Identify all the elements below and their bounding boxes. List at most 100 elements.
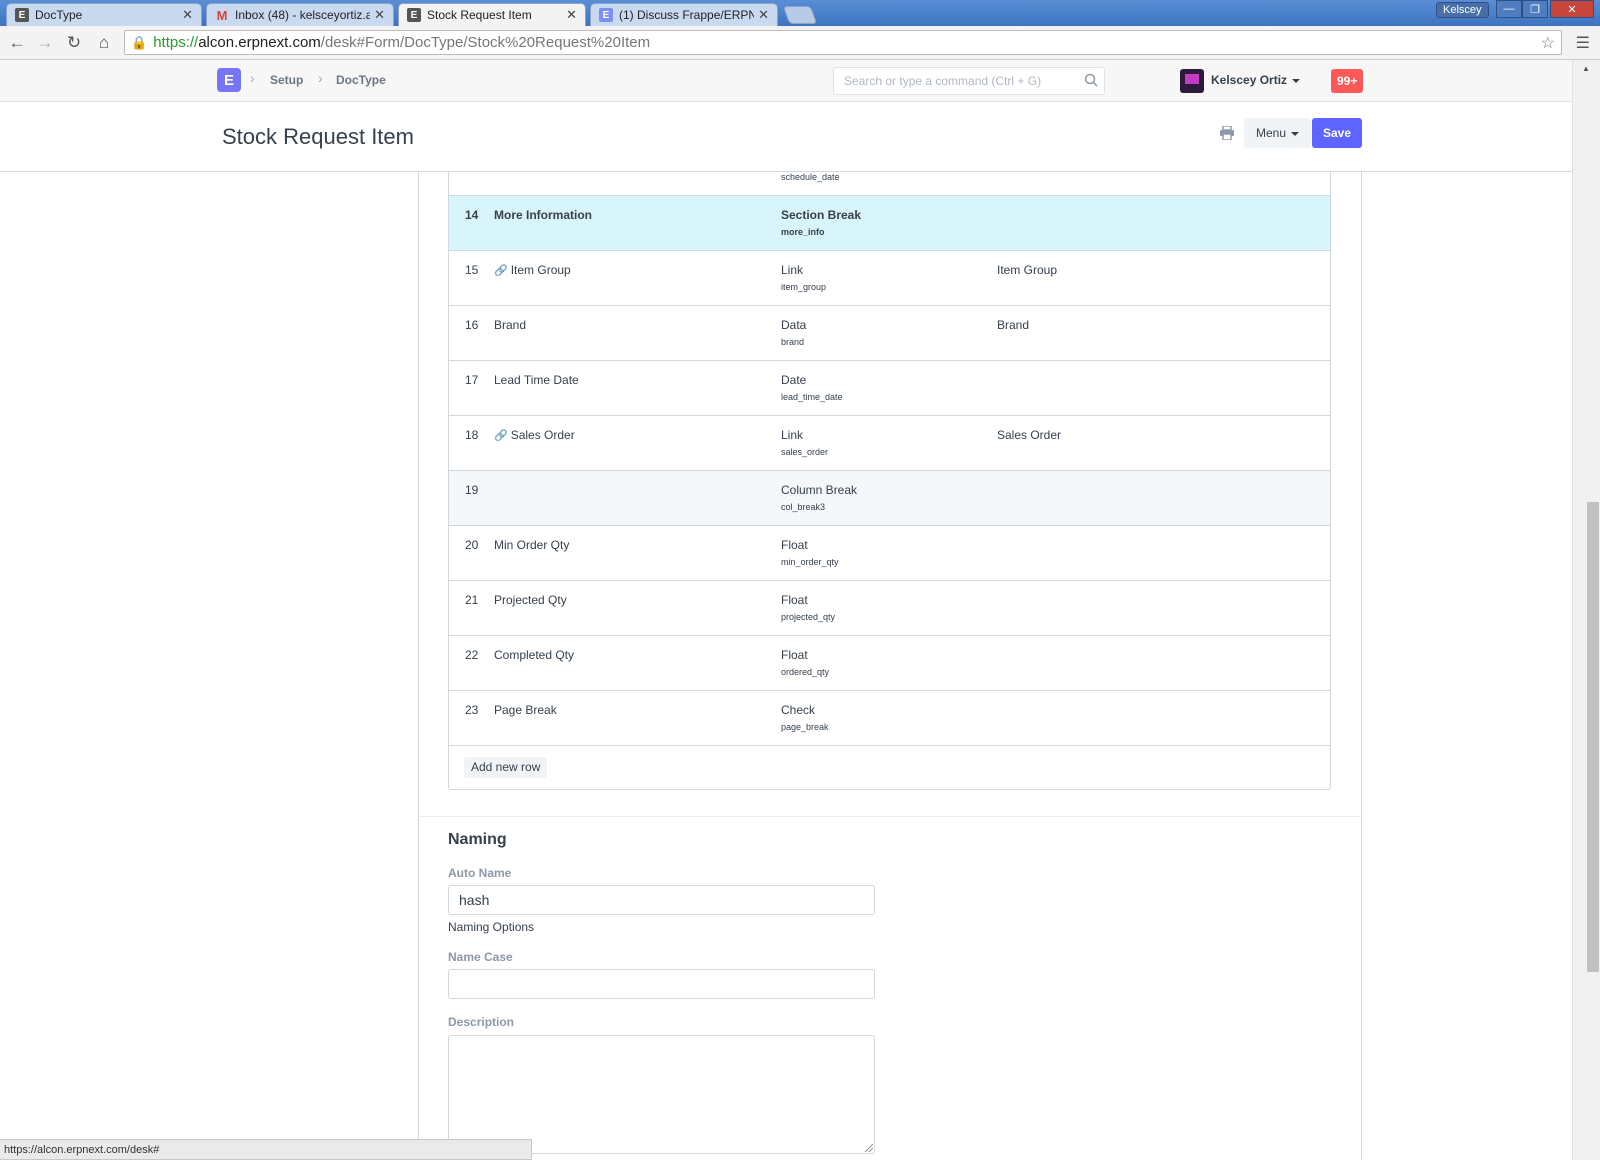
grid-row[interactable]: 20 Min Order Qty Float min_order_qty	[449, 526, 1330, 581]
erpnext-favicon-icon: E	[15, 8, 29, 22]
tab-title: Inbox (48) - kelsceyortiz.a	[235, 8, 371, 22]
address-bar: ← → ↻ ⌂ 🔒 https://alcon.erpnext.com/desk…	[0, 26, 1600, 60]
minimize-icon[interactable]: —	[1496, 0, 1522, 18]
caret-down-icon	[1292, 78, 1301, 83]
reload-icon[interactable]: ↻	[64, 33, 84, 53]
field-options: Sales Order	[997, 428, 1062, 442]
maximize-icon[interactable]: ❐	[1522, 0, 1548, 18]
add-new-row-button[interactable]: Add new row	[464, 757, 548, 778]
browser-tab-inbox[interactable]: M Inbox (48) - kelsceyortiz.a ✕	[206, 3, 394, 26]
erpnext-favicon-icon: E	[599, 8, 613, 22]
close-icon[interactable]: ✕	[566, 7, 577, 23]
field-label: More Information	[494, 208, 592, 222]
user-avatar[interactable]	[1180, 69, 1204, 93]
breadcrumb-doctype[interactable]: DocType	[336, 73, 386, 87]
field-label: Item Group	[510, 263, 571, 277]
field-name: projected_qty	[781, 612, 836, 622]
grid-row[interactable]: 14 More Information Section Break more_info	[449, 196, 1330, 251]
field-type: Date	[781, 373, 807, 387]
field-name: ordered_qty	[781, 667, 830, 677]
grid-row[interactable]: 16 Brand Data brand Brand	[449, 306, 1330, 361]
grid-row[interactable]: 15 🔗 Item Group Link item_group Item Group	[449, 251, 1330, 306]
name-case-select[interactable]	[448, 969, 875, 999]
field-label-cell: More Information	[494, 208, 592, 222]
field-name: lead_time_date	[781, 392, 843, 402]
close-icon[interactable]: ✕	[758, 7, 769, 23]
field-type: Float	[781, 593, 808, 607]
scroll-up-arrow-icon[interactable]: ▲	[1582, 64, 1590, 73]
layout-divider	[1361, 172, 1362, 1160]
field-label: Page Break	[494, 703, 557, 717]
page-scrollbar[interactable]: ▲	[1572, 60, 1600, 1160]
erpnext-logo[interactable]: E	[217, 68, 241, 92]
search-placeholder: Search or type a command (Ctrl + G)	[844, 74, 1042, 88]
field-label: Min Order Qty	[494, 538, 570, 552]
field-label: Lead Time Date	[494, 373, 579, 387]
search-icon	[1084, 73, 1098, 87]
field-type: Float	[781, 538, 808, 552]
field-label-cell: Projected Qty	[494, 593, 567, 607]
tab-title: (1) Discuss Frappe/ERPNe	[619, 8, 755, 22]
autoname-label: Auto Name	[448, 866, 512, 880]
field-label: Completed Qty	[494, 648, 575, 662]
browser-menu-icon[interactable]: ☰	[1576, 33, 1590, 53]
url-field[interactable]: 🔒 https://alcon.erpnext.com/desk#Form/Do…	[124, 30, 1562, 55]
field-label-cell: 🔗 Item Group	[494, 263, 571, 277]
save-button[interactable]: Save	[1312, 118, 1362, 148]
close-icon[interactable]: ✕	[182, 7, 193, 23]
browser-tab-doctype[interactable]: E DocType ✕	[6, 3, 202, 26]
print-icon[interactable]	[1219, 126, 1235, 140]
resize-handle-icon[interactable]	[865, 1144, 873, 1152]
scrollbar-thumb[interactable]	[1587, 502, 1599, 972]
home-icon[interactable]: ⌂	[94, 33, 114, 53]
grid-row-partial[interactable]: schedule_date	[449, 172, 1330, 196]
description-textarea[interactable]	[448, 1035, 875, 1154]
awesome-bar-search-input[interactable]: Search or type a command (Ctrl + G)	[833, 67, 1105, 95]
grid-row[interactable]: 21 Projected Qty Float projected_qty	[449, 581, 1330, 636]
window-close-icon[interactable]: ✕	[1550, 0, 1594, 18]
field-type: Link	[781, 263, 804, 277]
link-icon: 🔗	[494, 430, 508, 442]
erpnext-favicon-icon: E	[407, 8, 421, 22]
row-index: 14	[465, 208, 479, 222]
field-type: Data	[781, 318, 807, 332]
field-type: Column Break	[781, 483, 858, 497]
field-label-cell: Page Break	[494, 703, 557, 717]
lock-icon: 🔒	[131, 34, 148, 50]
field-name: col_break3	[781, 502, 826, 512]
row-index: 18	[465, 428, 479, 442]
browser-tab-stock-request-item[interactable]: E Stock Request Item ✕	[398, 3, 586, 26]
page-title: Stock Request Item	[222, 124, 414, 149]
link-icon: 🔗	[494, 265, 508, 277]
gmail-favicon-icon: M	[216, 7, 228, 23]
user-name: Kelscey Ortiz	[1211, 73, 1288, 87]
forward-icon[interactable]: →	[35, 33, 55, 53]
autoname-input[interactable]: hash	[448, 885, 875, 915]
fields-grid: schedule_date 14 More Information Section …	[448, 172, 1331, 790]
back-icon[interactable]: ←	[7, 33, 27, 53]
user-menu[interactable]: Kelscey Ortiz	[1211, 73, 1301, 87]
app-navbar: E › Setup › DocType Search or type a com…	[0, 60, 1572, 102]
bookmark-star-icon[interactable]: ☆	[1541, 33, 1555, 53]
tab-title: DocType	[35, 8, 83, 22]
grid-row[interactable]: 23 Page Break Check page_break	[449, 691, 1330, 746]
url-path: /desk#Form/DocType/Stock%20Request%20Ite…	[320, 34, 651, 51]
breadcrumb-setup[interactable]: Setup	[270, 73, 303, 87]
field-type: Section Break	[781, 208, 862, 222]
grid-row[interactable]: 18 🔗 Sales Order Link sales_order Sales Order	[449, 416, 1330, 471]
grid-row[interactable]: 22 Completed Qty Float ordered_qty	[449, 636, 1330, 691]
menu-dropdown-button[interactable]: Menu	[1244, 118, 1312, 148]
grid-row[interactable]: 17 Lead Time Date Date lead_time_date	[449, 361, 1330, 416]
close-icon[interactable]: ✕	[374, 7, 385, 23]
browser-profile-badge[interactable]: Kelscey	[1436, 2, 1489, 18]
notifications-badge[interactable]: 99+	[1331, 69, 1364, 93]
row-index: 19	[465, 483, 479, 497]
grid-row[interactable]: 19 Column Break col_break3	[449, 471, 1330, 526]
url-host: alcon.erpnext.com	[198, 34, 321, 51]
new-tab-button[interactable]	[782, 6, 818, 24]
tab-title: Stock Request Item	[427, 8, 532, 22]
description-label: Description	[448, 1015, 515, 1029]
name-case-label: Name Case	[448, 950, 513, 964]
browser-tab-discuss[interactable]: E (1) Discuss Frappe/ERPNe ✕	[590, 3, 778, 26]
field-label: Brand	[494, 318, 527, 332]
